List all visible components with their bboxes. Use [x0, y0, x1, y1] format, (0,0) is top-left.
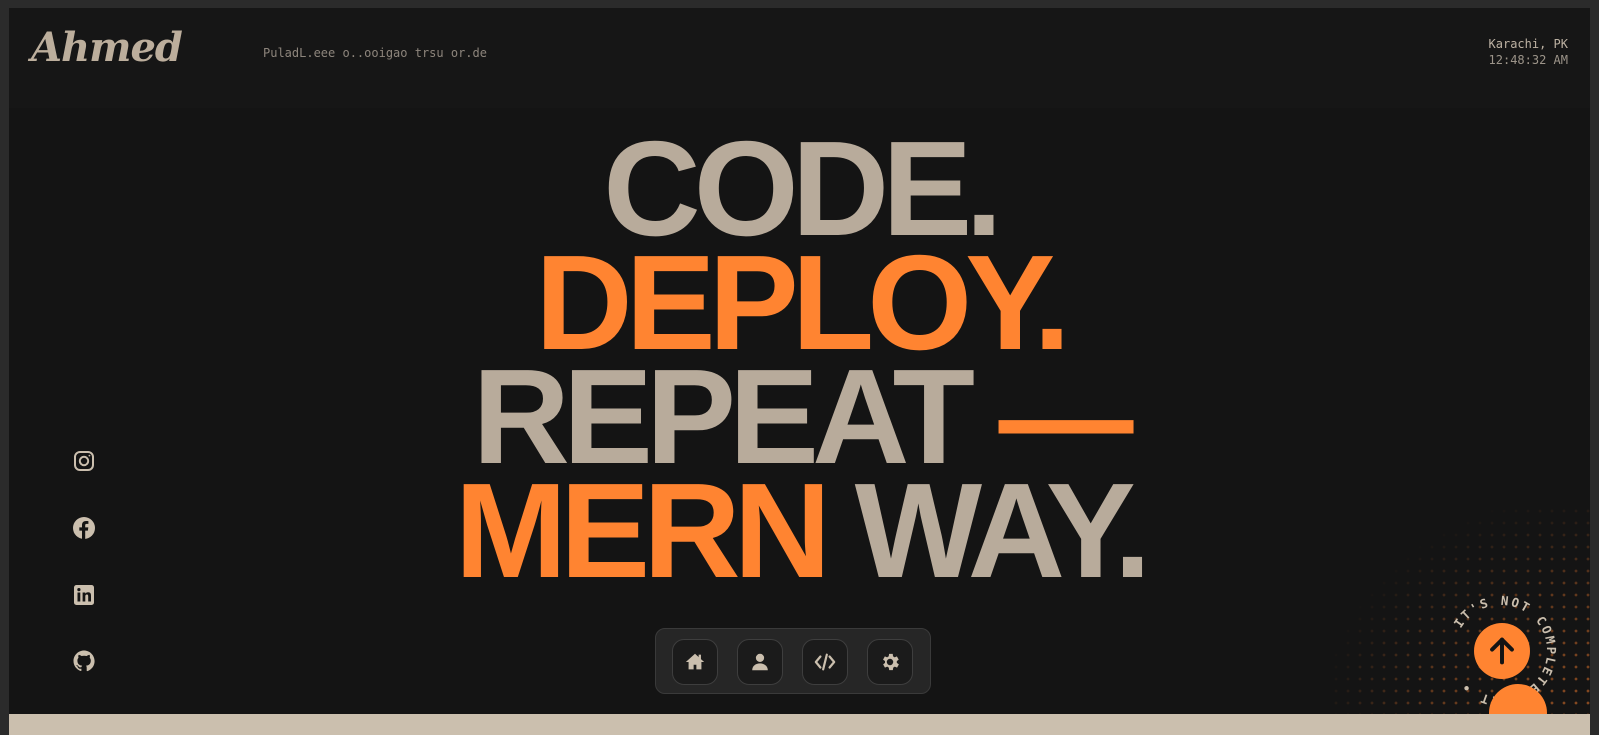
dock-home-button[interactable]	[672, 639, 718, 685]
scrambled-tagline: PuladL.eee o..ooigao trsu or.de	[263, 46, 487, 60]
home-icon	[685, 653, 705, 670]
hero-word-mern: MERN	[454, 455, 831, 606]
facebook-icon	[73, 517, 95, 539]
instagram-link[interactable]	[69, 446, 99, 476]
location-text: Karachi, PK	[1488, 37, 1568, 51]
code-icon	[814, 653, 836, 671]
github-link[interactable]	[69, 646, 99, 676]
gear-icon	[883, 653, 899, 671]
github-icon	[73, 650, 95, 672]
scroll-to-top-button[interactable]	[1474, 623, 1530, 679]
linkedin-link[interactable]	[69, 580, 99, 610]
dock-settings-button[interactable]	[867, 639, 913, 685]
next-section-edge	[9, 714, 1590, 735]
bottom-dock-nav	[655, 628, 931, 694]
instagram-icon	[74, 451, 94, 471]
page-frame: Ahmed PuladL.eee o..ooigao trsu or.de Ka…	[9, 8, 1590, 735]
arrow-up-icon	[1490, 637, 1514, 665]
user-icon	[752, 653, 768, 671]
top-bar: Ahmed PuladL.eee o..ooigao trsu or.de Ka…	[9, 8, 1590, 108]
dock-about-button[interactable]	[737, 639, 783, 685]
clock-time: 12:48:32 AM	[1488, 53, 1568, 67]
dock-projects-button[interactable]	[802, 639, 848, 685]
linkedin-icon	[74, 585, 94, 605]
site-logo[interactable]: Ahmed	[31, 24, 183, 71]
hero-word-way: WAY.	[854, 455, 1152, 606]
facebook-link[interactable]	[69, 513, 99, 543]
location-clock: Karachi, PK 12:48:32 AM	[1489, 36, 1568, 68]
